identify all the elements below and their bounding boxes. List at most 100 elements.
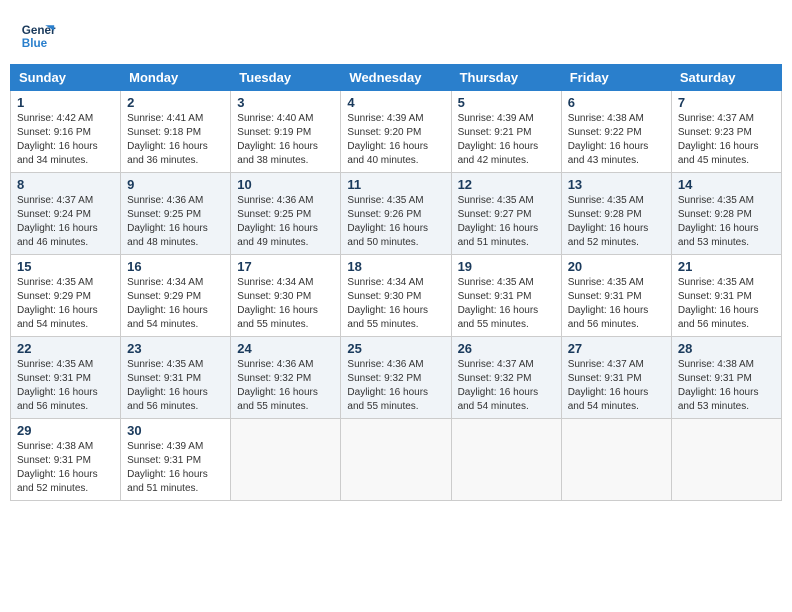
calendar-cell: 22 Sunrise: 4:35 AMSunset: 9:31 PMDaylig… — [11, 337, 121, 419]
logo-icon: General Blue — [20, 18, 56, 54]
calendar-cell: 18 Sunrise: 4:34 AMSunset: 9:30 PMDaylig… — [341, 255, 451, 337]
day-info: Sunrise: 4:35 AMSunset: 9:28 PMDaylight:… — [568, 195, 649, 248]
calendar-cell: 15 Sunrise: 4:35 AMSunset: 9:29 PMDaylig… — [11, 255, 121, 337]
calendar-cell: 13 Sunrise: 4:35 AMSunset: 9:28 PMDaylig… — [561, 173, 671, 255]
calendar-week-3: 15 Sunrise: 4:35 AMSunset: 9:29 PMDaylig… — [11, 255, 782, 337]
weekday-header-tuesday: Tuesday — [231, 65, 341, 91]
day-number: 27 — [568, 341, 665, 356]
calendar-cell: 28 Sunrise: 4:38 AMSunset: 9:31 PMDaylig… — [671, 337, 781, 419]
day-number: 29 — [17, 423, 114, 438]
day-number: 17 — [237, 259, 334, 274]
calendar-cell: 20 Sunrise: 4:35 AMSunset: 9:31 PMDaylig… — [561, 255, 671, 337]
weekday-header-sunday: Sunday — [11, 65, 121, 91]
logo: General Blue — [20, 18, 56, 54]
calendar-cell: 9 Sunrise: 4:36 AMSunset: 9:25 PMDayligh… — [121, 173, 231, 255]
day-number: 12 — [458, 177, 555, 192]
calendar-cell: 16 Sunrise: 4:34 AMSunset: 9:29 PMDaylig… — [121, 255, 231, 337]
day-number: 26 — [458, 341, 555, 356]
calendar-cell — [231, 419, 341, 501]
weekday-header-thursday: Thursday — [451, 65, 561, 91]
day-info: Sunrise: 4:39 AMSunset: 9:21 PMDaylight:… — [458, 113, 539, 166]
day-info: Sunrise: 4:38 AMSunset: 9:22 PMDaylight:… — [568, 113, 649, 166]
day-info: Sunrise: 4:35 AMSunset: 9:26 PMDaylight:… — [347, 195, 428, 248]
day-number: 9 — [127, 177, 224, 192]
calendar-cell: 30 Sunrise: 4:39 AMSunset: 9:31 PMDaylig… — [121, 419, 231, 501]
weekday-header-friday: Friday — [561, 65, 671, 91]
day-number: 4 — [347, 95, 444, 110]
calendar-cell: 2 Sunrise: 4:41 AMSunset: 9:18 PMDayligh… — [121, 91, 231, 173]
day-info: Sunrise: 4:35 AMSunset: 9:31 PMDaylight:… — [458, 277, 539, 330]
calendar-cell: 29 Sunrise: 4:38 AMSunset: 9:31 PMDaylig… — [11, 419, 121, 501]
day-number: 23 — [127, 341, 224, 356]
calendar-cell: 27 Sunrise: 4:37 AMSunset: 9:31 PMDaylig… — [561, 337, 671, 419]
calendar-week-2: 8 Sunrise: 4:37 AMSunset: 9:24 PMDayligh… — [11, 173, 782, 255]
day-info: Sunrise: 4:35 AMSunset: 9:31 PMDaylight:… — [678, 277, 759, 330]
day-number: 14 — [678, 177, 775, 192]
day-info: Sunrise: 4:34 AMSunset: 9:30 PMDaylight:… — [237, 277, 318, 330]
day-number: 5 — [458, 95, 555, 110]
calendar-cell: 10 Sunrise: 4:36 AMSunset: 9:25 PMDaylig… — [231, 173, 341, 255]
day-number: 8 — [17, 177, 114, 192]
calendar-week-4: 22 Sunrise: 4:35 AMSunset: 9:31 PMDaylig… — [11, 337, 782, 419]
day-info: Sunrise: 4:34 AMSunset: 9:29 PMDaylight:… — [127, 277, 208, 330]
calendar-cell — [671, 419, 781, 501]
day-number: 20 — [568, 259, 665, 274]
day-number: 15 — [17, 259, 114, 274]
day-info: Sunrise: 4:37 AMSunset: 9:24 PMDaylight:… — [17, 195, 98, 248]
calendar-cell — [561, 419, 671, 501]
day-number: 16 — [127, 259, 224, 274]
day-info: Sunrise: 4:36 AMSunset: 9:32 PMDaylight:… — [237, 359, 318, 412]
calendar-cell — [451, 419, 561, 501]
day-number: 25 — [347, 341, 444, 356]
day-info: Sunrise: 4:36 AMSunset: 9:25 PMDaylight:… — [127, 195, 208, 248]
day-number: 3 — [237, 95, 334, 110]
day-number: 10 — [237, 177, 334, 192]
header: General Blue — [10, 10, 782, 58]
calendar-cell: 3 Sunrise: 4:40 AMSunset: 9:19 PMDayligh… — [231, 91, 341, 173]
day-number: 13 — [568, 177, 665, 192]
day-info: Sunrise: 4:37 AMSunset: 9:32 PMDaylight:… — [458, 359, 539, 412]
day-number: 22 — [17, 341, 114, 356]
calendar-cell: 5 Sunrise: 4:39 AMSunset: 9:21 PMDayligh… — [451, 91, 561, 173]
day-number: 30 — [127, 423, 224, 438]
day-info: Sunrise: 4:35 AMSunset: 9:31 PMDaylight:… — [568, 277, 649, 330]
day-number: 24 — [237, 341, 334, 356]
weekday-header-wednesday: Wednesday — [341, 65, 451, 91]
calendar-cell: 7 Sunrise: 4:37 AMSunset: 9:23 PMDayligh… — [671, 91, 781, 173]
day-number: 19 — [458, 259, 555, 274]
day-number: 11 — [347, 177, 444, 192]
calendar-cell: 14 Sunrise: 4:35 AMSunset: 9:28 PMDaylig… — [671, 173, 781, 255]
day-info: Sunrise: 4:34 AMSunset: 9:30 PMDaylight:… — [347, 277, 428, 330]
calendar-cell: 25 Sunrise: 4:36 AMSunset: 9:32 PMDaylig… — [341, 337, 451, 419]
calendar-cell: 23 Sunrise: 4:35 AMSunset: 9:31 PMDaylig… — [121, 337, 231, 419]
day-info: Sunrise: 4:37 AMSunset: 9:31 PMDaylight:… — [568, 359, 649, 412]
calendar-week-1: 1 Sunrise: 4:42 AMSunset: 9:16 PMDayligh… — [11, 91, 782, 173]
day-number: 1 — [17, 95, 114, 110]
day-info: Sunrise: 4:35 AMSunset: 9:29 PMDaylight:… — [17, 277, 98, 330]
calendar-cell — [341, 419, 451, 501]
day-info: Sunrise: 4:35 AMSunset: 9:27 PMDaylight:… — [458, 195, 539, 248]
calendar-cell: 6 Sunrise: 4:38 AMSunset: 9:22 PMDayligh… — [561, 91, 671, 173]
weekday-header-saturday: Saturday — [671, 65, 781, 91]
day-number: 18 — [347, 259, 444, 274]
calendar-cell: 8 Sunrise: 4:37 AMSunset: 9:24 PMDayligh… — [11, 173, 121, 255]
day-number: 28 — [678, 341, 775, 356]
svg-text:Blue: Blue — [22, 37, 48, 50]
calendar-header-row: SundayMondayTuesdayWednesdayThursdayFrid… — [11, 65, 782, 91]
weekday-header-monday: Monday — [121, 65, 231, 91]
day-info: Sunrise: 4:36 AMSunset: 9:32 PMDaylight:… — [347, 359, 428, 412]
day-number: 2 — [127, 95, 224, 110]
calendar-cell: 1 Sunrise: 4:42 AMSunset: 9:16 PMDayligh… — [11, 91, 121, 173]
calendar-cell: 19 Sunrise: 4:35 AMSunset: 9:31 PMDaylig… — [451, 255, 561, 337]
day-number: 7 — [678, 95, 775, 110]
day-info: Sunrise: 4:39 AMSunset: 9:20 PMDaylight:… — [347, 113, 428, 166]
calendar-table: SundayMondayTuesdayWednesdayThursdayFrid… — [10, 64, 782, 501]
calendar-body: 1 Sunrise: 4:42 AMSunset: 9:16 PMDayligh… — [11, 91, 782, 501]
day-info: Sunrise: 4:38 AMSunset: 9:31 PMDaylight:… — [17, 441, 98, 494]
day-info: Sunrise: 4:37 AMSunset: 9:23 PMDaylight:… — [678, 113, 759, 166]
day-number: 21 — [678, 259, 775, 274]
day-info: Sunrise: 4:41 AMSunset: 9:18 PMDaylight:… — [127, 113, 208, 166]
calendar-cell: 11 Sunrise: 4:35 AMSunset: 9:26 PMDaylig… — [341, 173, 451, 255]
calendar-cell: 4 Sunrise: 4:39 AMSunset: 9:20 PMDayligh… — [341, 91, 451, 173]
calendar-cell: 12 Sunrise: 4:35 AMSunset: 9:27 PMDaylig… — [451, 173, 561, 255]
